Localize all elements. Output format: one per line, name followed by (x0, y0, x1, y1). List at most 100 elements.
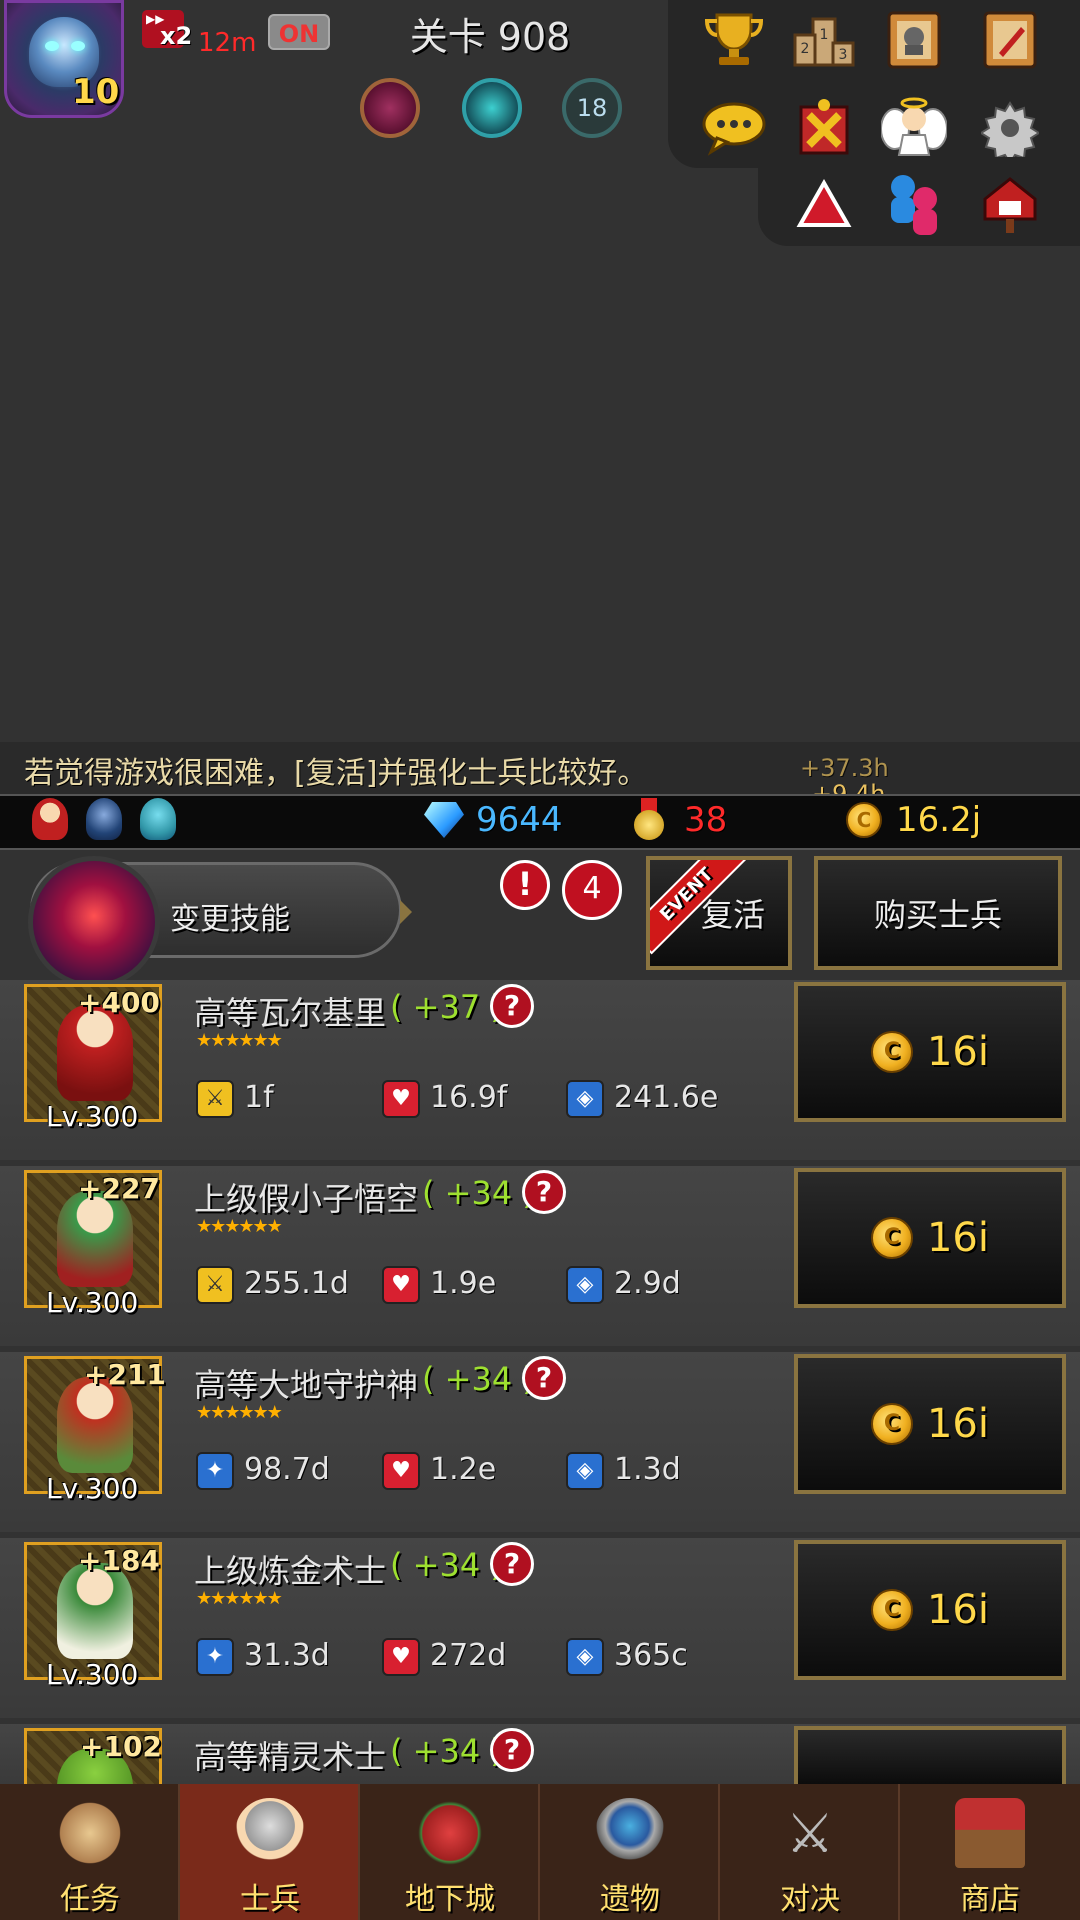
help-button[interactable]: ? (490, 984, 534, 1028)
buy-soldier-button[interactable]: 购买士兵 (814, 856, 1062, 970)
warning-triangle-icon[interactable] (790, 170, 858, 238)
relic-ring-icon (595, 1798, 665, 1868)
health-value: 16.9f (430, 1080, 508, 1115)
upgrade-cost: 16i (926, 1029, 989, 1075)
soldier-bonus: ( +34 ) (422, 1360, 535, 1398)
heart-icon: ♥ (382, 1638, 420, 1676)
svg-text:2: 2 (801, 41, 810, 57)
nav-relics[interactable]: 遗物 (540, 1784, 720, 1920)
soldier-plus: +400 (78, 986, 160, 1019)
defense-value: 2.9d (614, 1266, 681, 1301)
gem-count: 9644 (476, 800, 563, 840)
soldier-level: Lv.300 (46, 1472, 139, 1505)
notification-count-badge[interactable]: 4 (562, 860, 622, 920)
skill-eye-icon[interactable] (28, 856, 160, 988)
chat-icon[interactable] (700, 94, 768, 162)
soldier-stars: ★★★★★★ (196, 1216, 283, 1237)
mailbox-icon[interactable] (976, 170, 1044, 238)
heart-icon: ♥ (382, 1080, 420, 1118)
hint-text: 若觉得游戏很困难，[复活]并强化士兵比较好。 (24, 756, 648, 791)
shop-icon (955, 1798, 1025, 1868)
soldier-name: 高等精灵术士 (194, 1738, 387, 1776)
attack-value: 31.3d (244, 1638, 330, 1673)
shield-icon: ◈ (566, 1452, 604, 1490)
hero-eye-right (71, 41, 85, 51)
nav-label: 对决 (780, 1882, 840, 1917)
nav-duel[interactable]: ⚔ 对决 (720, 1784, 900, 1920)
medal-icon (632, 798, 666, 840)
upgrade-cost: 16i (926, 1587, 989, 1633)
eye-buff-icon[interactable] (360, 78, 420, 138)
soldier-name: 上级假小子悟空 (194, 1180, 419, 1218)
soldier-bonus: ( +34 ) (422, 1174, 535, 1212)
spirit-buff-icon[interactable] (462, 78, 522, 138)
friends-icon[interactable] (880, 170, 948, 238)
shield-icon: ◈ (566, 1080, 604, 1118)
angel-icon[interactable] (880, 94, 948, 162)
nav-quests[interactable]: 任务 (0, 1784, 180, 1920)
speed-multiplier: x2 (160, 22, 193, 50)
upgrade-cost-button[interactable]: C 16i (794, 982, 1066, 1122)
attack-value: 255.1d (244, 1266, 349, 1301)
soldier-plus: +102 (80, 1730, 162, 1763)
buff-counter[interactable]: 18 (562, 78, 622, 138)
soldier-level: Lv.300 (46, 1658, 139, 1691)
upgrade-cost-button[interactable]: C 16i (794, 1168, 1066, 1308)
nav-soldiers[interactable]: 士兵 (180, 1784, 360, 1920)
soldier-name: 高等瓦尔基里 (194, 994, 387, 1032)
gold-coin-icon: C (870, 1031, 913, 1073)
skill-arrow-icon (400, 900, 412, 924)
defense-value: 1.3d (614, 1452, 681, 1487)
soldier-plus: +211 (84, 1358, 166, 1391)
soldier-name: 上级炼金术士 (194, 1552, 387, 1590)
svg-text:3: 3 (839, 47, 848, 63)
help-button[interactable]: ? (490, 1728, 534, 1772)
revive-button[interactable]: EVENT 复活 (646, 856, 792, 970)
help-button[interactable]: ? (490, 1542, 534, 1586)
monster-plant-icon (415, 1798, 485, 1868)
mini-hero-knight-icon (86, 798, 122, 840)
upgrade-cost-button[interactable]: C 16i (794, 1354, 1066, 1494)
soldier-level: Lv.300 (46, 1100, 139, 1133)
soldier-plus: +184 (78, 1544, 160, 1577)
nav-label: 遗物 (600, 1882, 660, 1917)
gold-coin-icon: C (870, 1589, 913, 1631)
upgrade-cost-button[interactable]: C 16i (794, 1540, 1066, 1680)
upgrade-cost-button[interactable] (794, 1726, 1066, 1784)
gold-count: 16.2j (896, 800, 982, 840)
health-value: 272d (430, 1638, 507, 1673)
mini-hero-red-icon (32, 798, 68, 840)
heart-icon: ♥ (382, 1452, 420, 1490)
soldier-bonus: ( +34 ) (390, 1546, 503, 1584)
defense-value: 241.6e (614, 1080, 719, 1115)
weapon-book-icon[interactable] (976, 6, 1044, 74)
attack-value: 98.7d (244, 1452, 330, 1487)
gold-coin-icon: C (846, 802, 882, 838)
nav-shop[interactable]: 商店 (900, 1784, 1080, 1920)
soldier-stars: ★★★★★★ (196, 1030, 283, 1051)
soldier-plus: +227 (78, 1172, 160, 1205)
upgrade-cost: 16i (926, 1401, 989, 1447)
magic-wand-icon: ✦ (196, 1638, 234, 1676)
revive-label: 复活 (700, 896, 765, 934)
hero-book-icon[interactable] (880, 6, 948, 74)
alchemist-figure (57, 1563, 133, 1659)
alert-badge[interactable]: ! (500, 860, 550, 910)
magic-wand-icon: ✦ (196, 1452, 234, 1490)
help-button[interactable]: ? (522, 1170, 566, 1214)
help-button[interactable]: ? (522, 1356, 566, 1400)
guild-banner-icon[interactable] (790, 94, 858, 162)
change-skill-label: 变更技能 (170, 902, 290, 937)
earth-guardian-figure (57, 1377, 133, 1473)
helmet-icon (235, 1798, 305, 1868)
soldier-stars: ★★★★★★ (196, 1588, 283, 1609)
auto-toggle[interactable]: ON (268, 14, 330, 50)
soldier-bonus: ( +34 ) (390, 1732, 503, 1770)
ranking-podium-icon[interactable]: 12 3 (790, 6, 858, 74)
gear-icon[interactable] (976, 94, 1044, 162)
nav-dungeon[interactable]: 地下城 (360, 1784, 540, 1920)
hero-eye-left (45, 41, 59, 51)
svg-text:1: 1 (820, 27, 829, 43)
shield-icon: ◈ (566, 1266, 604, 1304)
trophy-icon[interactable] (700, 6, 768, 74)
